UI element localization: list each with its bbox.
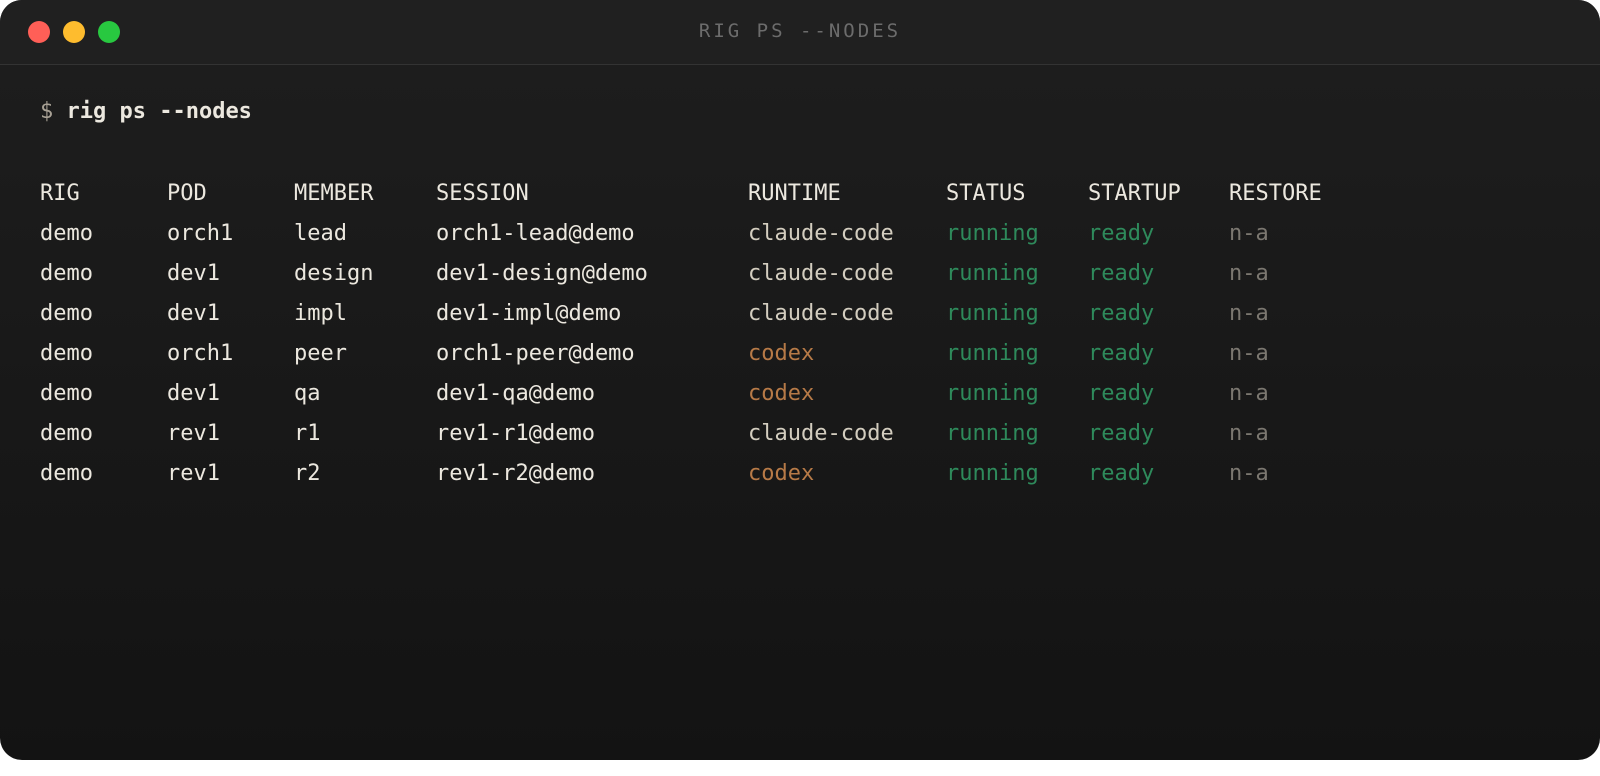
runtime-cell: claude-code <box>748 261 894 286</box>
column-header-session: SESSION <box>436 181 529 206</box>
restore-cell: n-a <box>1229 381 1269 406</box>
pod-cell: rev1 <box>167 421 220 446</box>
member-cell: r1 <box>294 421 321 446</box>
startup-cell: ready <box>1088 261 1155 286</box>
prompt-symbol: $ <box>40 99 54 124</box>
restore-cell: n-a <box>1229 301 1269 326</box>
startup-cell: ready <box>1088 301 1155 326</box>
pod-cell: orch1 <box>167 221 234 246</box>
runtime-cell: codex <box>748 341 815 366</box>
runtime-cell: codex <box>748 381 815 406</box>
restore-cell: n-a <box>1229 221 1269 246</box>
rig-cell: demo <box>40 301 93 326</box>
status-cell: running <box>946 461 1039 486</box>
column-header-status: STATUS <box>946 181 1026 206</box>
pod-cell: orch1 <box>167 341 234 366</box>
status-cell: running <box>946 341 1039 366</box>
status-cell: running <box>946 301 1039 326</box>
startup-cell: ready <box>1088 421 1155 446</box>
session-cell: orch1-lead@demo <box>436 221 635 246</box>
session-cell: orch1-peer@demo <box>436 341 635 366</box>
column-header-runtime: RUNTIME <box>748 181 841 206</box>
startup-cell: ready <box>1088 341 1155 366</box>
restore-cell: n-a <box>1229 421 1269 446</box>
prompt-line: $ rig ps --nodes <box>40 96 1560 128</box>
pod-cell: dev1 <box>167 381 220 406</box>
rig-cell: demo <box>40 221 93 246</box>
terminal-output[interactable]: $ rig ps --nodes RIG POD MEMBER SESSION … <box>40 96 1560 760</box>
session-cell: dev1-qa@demo <box>436 381 595 406</box>
startup-cell: ready <box>1088 461 1155 486</box>
session-cell: rev1-r1@demo <box>436 421 595 446</box>
member-cell: peer <box>294 341 347 366</box>
rig-cell: demo <box>40 341 93 366</box>
member-cell: lead <box>294 221 347 246</box>
status-cell: running <box>946 421 1039 446</box>
status-cell: running <box>946 261 1039 286</box>
session-cell: dev1-impl@demo <box>436 301 622 326</box>
pod-cell: dev1 <box>167 301 220 326</box>
member-cell: design <box>294 261 374 286</box>
runtime-cell: claude-code <box>748 221 894 246</box>
pod-cell: dev1 <box>167 261 220 286</box>
member-cell: qa <box>294 381 321 406</box>
restore-cell: n-a <box>1229 341 1269 366</box>
rig-cell: demo <box>40 461 93 486</box>
column-header-startup: STARTUP <box>1088 181 1181 206</box>
restore-cell: n-a <box>1229 261 1269 286</box>
session-cell: dev1-design@demo <box>436 261 648 286</box>
restore-cell: n-a <box>1229 461 1269 486</box>
startup-cell: ready <box>1088 381 1155 406</box>
status-cell: running <box>946 221 1039 246</box>
status-cell: running <box>946 381 1039 406</box>
runtime-cell: claude-code <box>748 301 894 326</box>
runtime-cell: claude-code <box>748 421 894 446</box>
startup-cell: ready <box>1088 221 1155 246</box>
member-cell: r2 <box>294 461 321 486</box>
member-cell: impl <box>294 301 347 326</box>
terminal-window: RIG PS --NODES $ rig ps --nodes RIG POD … <box>0 0 1600 760</box>
command-text: rig ps --nodes <box>66 99 252 124</box>
column-header-pod: POD <box>167 181 207 206</box>
rig-cell: demo <box>40 261 93 286</box>
rig-cell: demo <box>40 381 93 406</box>
column-header-member: MEMBER <box>294 181 374 206</box>
rig-cell: demo <box>40 421 93 446</box>
runtime-cell: codex <box>748 461 815 486</box>
window-title: RIG PS --NODES <box>698 20 902 42</box>
column-header-restore: RESTORE <box>1229 181 1322 206</box>
session-cell: rev1-r2@demo <box>436 461 595 486</box>
column-header-rig: RIG <box>40 181 80 206</box>
pod-cell: rev1 <box>167 461 220 486</box>
title-bar: RIG PS --NODES <box>0 0 1600 65</box>
